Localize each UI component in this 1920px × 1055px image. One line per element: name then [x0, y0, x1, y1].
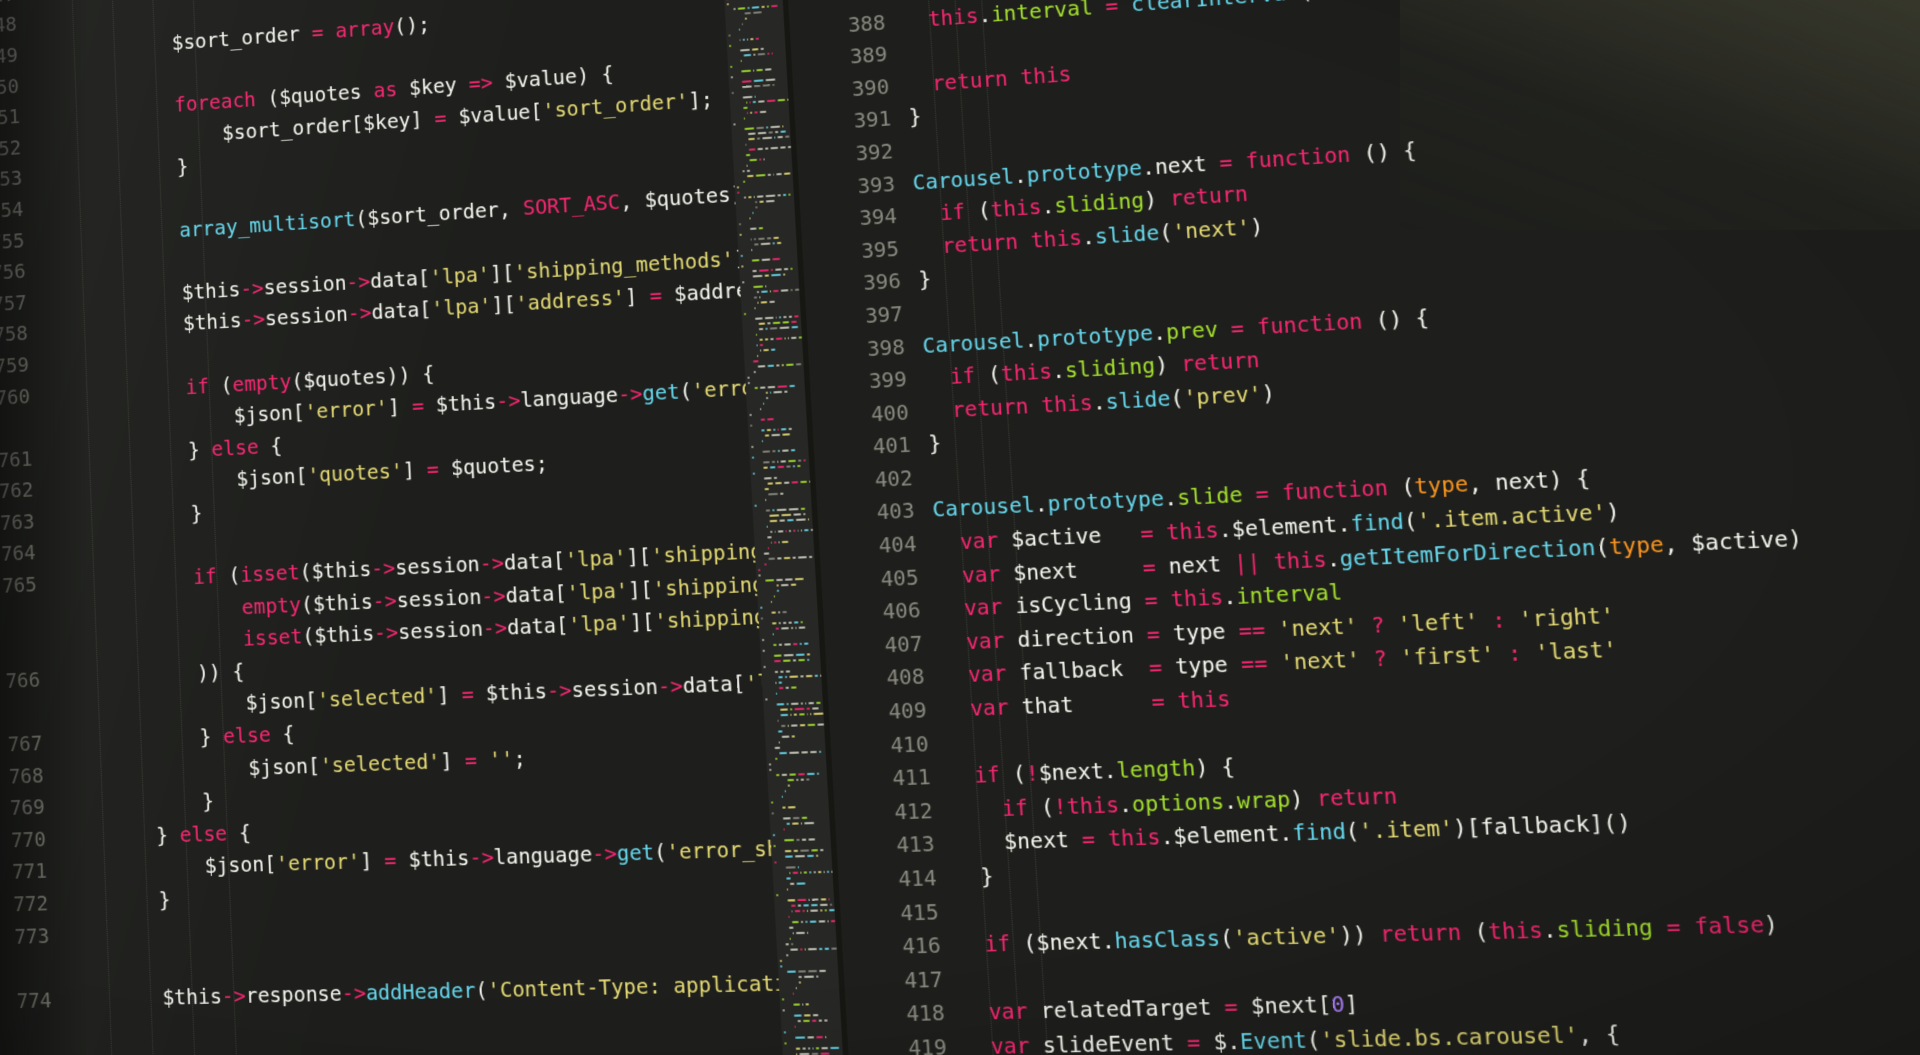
- line-number: 415: [899, 900, 940, 926]
- line-number: 772: [12, 892, 49, 917]
- line-number: 405: [879, 565, 920, 592]
- line-number: 398: [866, 335, 906, 361]
- line-number: 765: [1, 573, 38, 598]
- line-number: [0, 953, 51, 988]
- line-number: 407: [883, 632, 924, 658]
- line-number: 401: [872, 433, 912, 460]
- line-number: 419: [907, 1035, 948, 1055]
- line-number: 413: [895, 832, 936, 859]
- line-number: 768: [8, 764, 45, 789]
- line-number: 406: [881, 598, 922, 625]
- line-number: 416: [901, 934, 942, 960]
- line-number: 397: [864, 302, 904, 329]
- editor-window: 7447457467477487497507517527537547557567…: [0, 0, 1920, 1055]
- code-area-php[interactable]: 'error' => $quote['error'] ); } } $sort_…: [27, 0, 793, 1055]
- line-number: 408: [885, 665, 926, 691]
- line-number: 769: [9, 796, 46, 821]
- line-number: 400: [870, 400, 910, 427]
- line-number: 412: [893, 799, 934, 825]
- line-number: 773: [14, 924, 50, 949]
- line-number: 410: [889, 732, 930, 758]
- line-number: [0, 601, 39, 637]
- line-number: 402: [874, 466, 914, 493]
- line-number: [0, 633, 40, 669]
- code-content-php: 'error' => $quote['error'] ); } } $sort_…: [28, 0, 793, 1017]
- line-number: 404: [878, 532, 918, 559]
- editor-pane-php[interactable]: 7447457467477487497507517527537547557567…: [0, 0, 854, 1055]
- line-number: 411: [891, 765, 932, 792]
- line-number: 417: [903, 967, 944, 994]
- line-number: 770: [10, 828, 47, 853]
- line-number: 403: [876, 499, 916, 526]
- editor-photo-scene: 7447457467477487497507517527537547557567…: [0, 0, 1920, 1055]
- line-number: 409: [887, 698, 928, 725]
- line-number: 418: [905, 1001, 946, 1027]
- code-area-js[interactable]: || (this.paused = true) if (this.$elemen…: [890, 0, 1920, 1055]
- line-number: 414: [897, 866, 938, 892]
- line-number: 771: [11, 860, 48, 885]
- editor-pane-js[interactable]: 3823833843853863873883893903913923933943…: [777, 0, 1920, 1055]
- line-number: 774: [16, 989, 53, 1014]
- line-number: 766: [5, 668, 41, 693]
- code-content-js: || (this.paused = true) if (this.$elemen…: [890, 0, 1920, 1055]
- line-number: [0, 696, 42, 732]
- line-number: 767: [7, 732, 43, 757]
- minimap-line: [783, 1051, 843, 1055]
- line-number: 399: [868, 368, 908, 394]
